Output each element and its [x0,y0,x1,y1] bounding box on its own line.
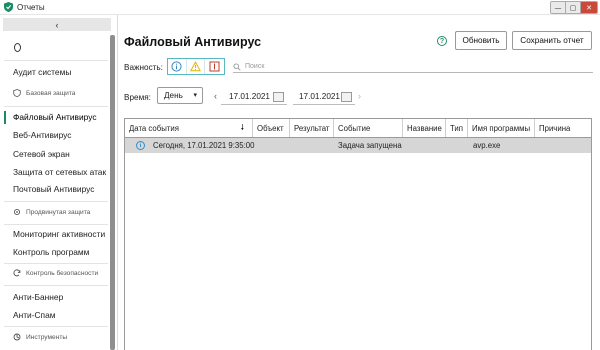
column-header-result[interactable]: Результат [290,119,334,137]
close-button[interactable]: ✕ [581,2,597,13]
refresh-button[interactable]: Обновить [455,31,507,50]
sidebar-group-basic-protection: Базовая защита [13,89,75,97]
sidebar: ‹ Аудит системы Базовая защита Файловый … [0,15,118,350]
column-header-program[interactable]: Имя программы [468,119,535,137]
sidebar-divider [4,224,108,225]
sidebar-item-anti-banner[interactable]: Анти-Баннер [13,292,63,302]
sidebar-divider [4,201,108,202]
tools-icon [13,333,21,341]
date-from-value: 17.01.2021 [229,91,270,101]
sidebar-collapse-button[interactable]: ‹ [3,18,111,31]
column-header-reason[interactable]: Причина [535,119,591,137]
sidebar-item-network-attack-blocker[interactable]: Защита от сетевых атак [13,167,106,177]
critical-icon [209,61,220,72]
column-header-date[interactable]: Дата события 🠗 [125,119,253,137]
severity-critical-toggle[interactable] [205,59,224,74]
sidebar-divider [4,106,108,107]
info-icon: i [136,141,145,150]
sidebar-item-file-antivirus[interactable]: Файловый Антивирус [13,112,97,122]
chevron-down-icon: ▾ [193,92,197,99]
sidebar-group-security-control: Контроль безопасности [13,269,98,277]
severity-filter [167,58,225,75]
severity-info-toggle[interactable] [168,59,187,74]
column-header-event[interactable]: Событие [334,119,403,137]
kaspersky-shield-icon [4,2,13,12]
shield-icon [13,89,21,97]
severity-warning-toggle[interactable] [186,59,206,74]
time-label: Время: [124,93,151,102]
sidebar-item-activity-monitor[interactable]: Мониторинг активности [13,229,105,239]
maximize-button[interactable]: ▢ [566,2,581,13]
minimize-button[interactable]: — [551,2,566,13]
sort-down-icon: 🠗 [240,123,244,132]
sidebar-item-anti-spam[interactable]: Анти-Спам [13,310,56,320]
calendar-icon[interactable] [273,92,284,102]
column-header-type[interactable]: Тип [446,119,468,137]
period-value: День [164,91,183,100]
page-title: Файловый Антивирус [124,35,262,49]
sidebar-item-mail-antivirus[interactable]: Почтовый Антивирус [13,184,94,194]
prev-period-button[interactable]: ‹ [214,91,217,101]
cell-event: Задача запущена [338,141,402,150]
sidebar-item-web-antivirus[interactable]: Веб-Антивирус [13,130,71,140]
sidebar-group-advanced-protection: Продвинутая защита [13,208,90,216]
gear-icon [13,208,21,216]
window-title: Отчеты [17,2,45,12]
table-header: Дата события 🠗 Объект Результат Событие … [125,119,591,138]
title-bar: Отчеты [0,0,600,15]
refresh-shield-icon [13,269,21,277]
window-controls: — ▢ ✕ [550,1,598,14]
next-period-button[interactable]: › [358,91,361,101]
sidebar-divider [4,263,108,264]
chevron-left-icon: ‹ [55,19,59,30]
sidebar-scrollbar[interactable] [110,35,115,350]
date-to-value: 17.01.2021 [299,91,340,101]
sidebar-divider [4,60,108,61]
severity-label: Важность: [124,63,163,72]
sidebar-divider [4,285,108,286]
sidebar-item-firewall[interactable]: Сетевой экран [13,149,70,159]
save-report-button[interactable]: Сохранить отчет [512,31,592,50]
search-field[interactable]: Поиск [233,61,593,73]
active-indicator [4,111,6,124]
search-placeholder: Поиск [245,63,265,70]
sidebar-group-tools: Инструменты [13,333,67,341]
circle-icon [14,43,21,52]
table-row[interactable]: i Сегодня, 17.01.2021 9:35:00 Задача зап… [125,138,591,153]
sidebar-item-application-control[interactable]: Контроль программ [13,247,89,257]
info-icon [171,61,182,72]
calendar-icon[interactable] [341,92,352,102]
warning-icon [190,61,201,72]
title-blank [150,0,176,10]
events-table: Дата события 🠗 Объект Результат Событие … [124,118,592,350]
cell-program: avp.exe [473,141,501,150]
cell-date: Сегодня, 17.01.2021 9:35:00 [153,141,255,150]
search-icon [233,62,241,71]
help-icon[interactable]: ? [437,36,447,46]
sidebar-item-system-audit[interactable]: Аудит системы [13,67,71,77]
column-header-object[interactable]: Объект [253,119,290,137]
sidebar-divider [4,326,108,327]
period-select[interactable]: День ▾ [157,87,203,104]
column-header-name[interactable]: Название [403,119,446,137]
